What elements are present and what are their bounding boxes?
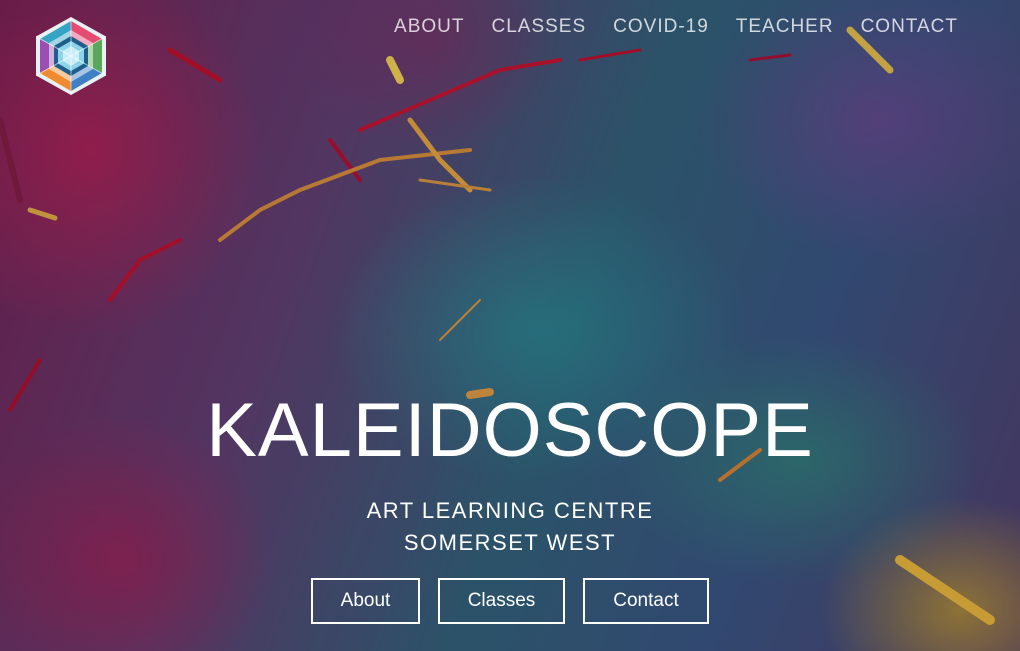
- about-button[interactable]: About: [311, 578, 420, 624]
- nav-item-about[interactable]: ABOUT: [367, 16, 464, 38]
- nav-item-classes[interactable]: CLASSES: [464, 16, 586, 38]
- hero-title: KALEIDOSCOPE: [206, 388, 814, 473]
- nav-item-teacher[interactable]: TEACHER: [709, 16, 834, 38]
- kaleidoscope-hexagon-logo-icon[interactable]: [30, 15, 112, 97]
- hero-subtitle-line-2: SOMERSET WEST: [403, 530, 617, 555]
- hero-button-group: About Classes Contact: [0, 578, 1020, 624]
- main-navigation: ABOUT CLASSES COVID-19 TEACHER CONTACT: [367, 16, 958, 38]
- hero-subtitle-line-1: ART LEARNING CENTRE: [366, 498, 654, 523]
- nav-item-covid-19[interactable]: COVID-19: [586, 16, 709, 38]
- nav-item-contact[interactable]: CONTACT: [834, 16, 958, 38]
- contact-button[interactable]: Contact: [583, 578, 709, 624]
- classes-button[interactable]: Classes: [438, 578, 565, 624]
